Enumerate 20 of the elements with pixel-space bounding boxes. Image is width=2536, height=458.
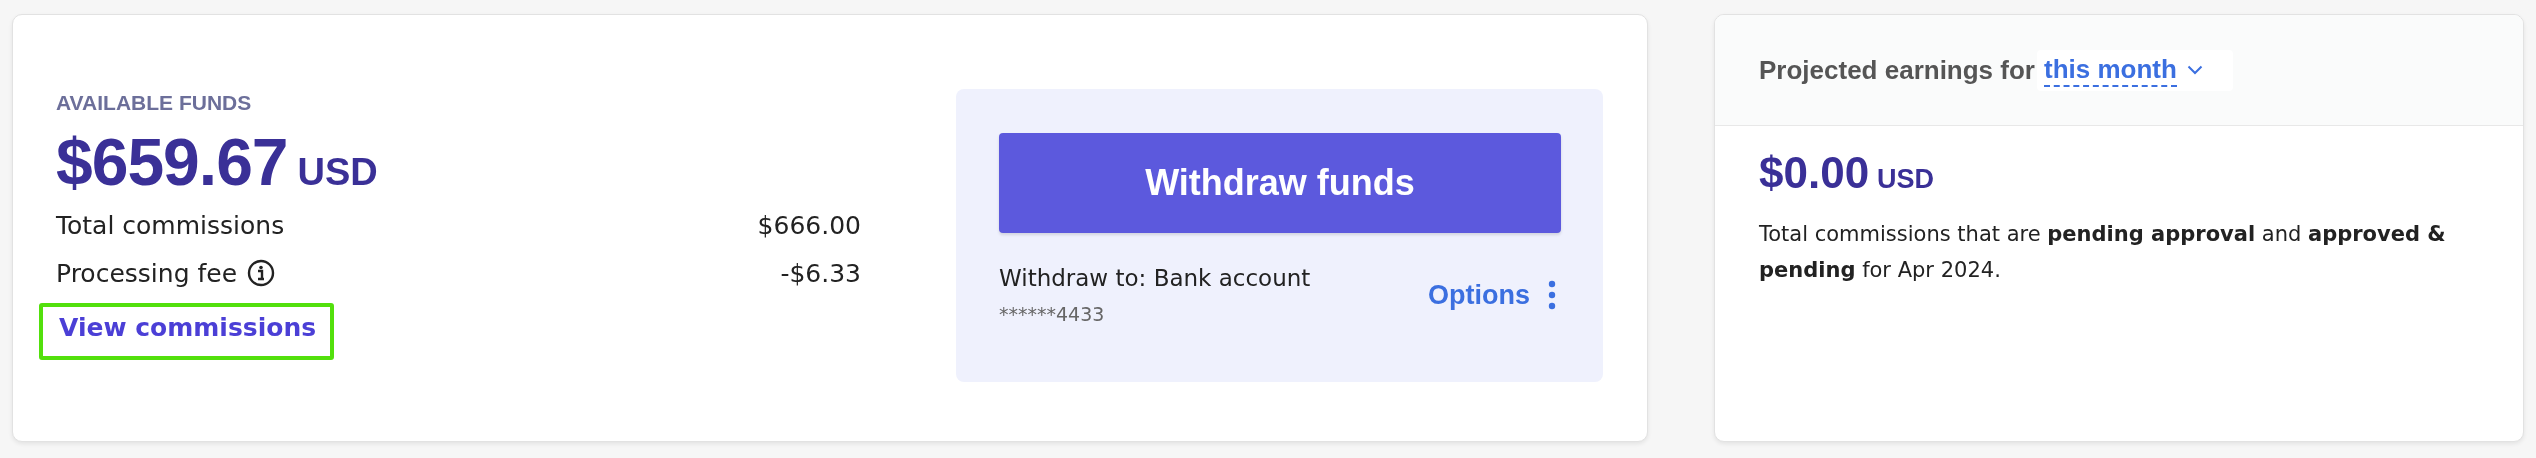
info-icon[interactable] <box>247 259 275 287</box>
withdraw-button[interactable]: Withdraw funds <box>999 133 1561 233</box>
options-button[interactable]: Options <box>1428 279 1560 311</box>
withdraw-destination: Withdraw to: Bank account <box>999 265 1311 291</box>
funds-label: AVAILABLE FUNDS <box>56 91 253 115</box>
account-number: ******4433 <box>999 303 1106 325</box>
currency-label: USD <box>1877 164 1935 195</box>
line-value: -$6.33 <box>780 258 861 288</box>
line-value: $666.00 <box>757 210 861 240</box>
kebab-icon <box>1548 280 1556 310</box>
description-text: Total commissions that are pending approval and approved & pending for Apr 2024. <box>1759 221 2447 284</box>
projected-amount: $0.00 <box>1759 148 1870 198</box>
period-dropdown[interactable]: this month <box>2036 49 2233 91</box>
view-commissions-link[interactable]: View commissions <box>39 303 335 360</box>
caret-icon <box>2186 65 2203 75</box>
funds-amount: $659.67 <box>56 129 288 195</box>
line-label: Total commissions <box>56 210 285 240</box>
projected-title: Projected earnings for <box>1759 54 2035 86</box>
currency-label: USD <box>297 151 378 194</box>
line-label: Processing fee <box>56 258 237 288</box>
